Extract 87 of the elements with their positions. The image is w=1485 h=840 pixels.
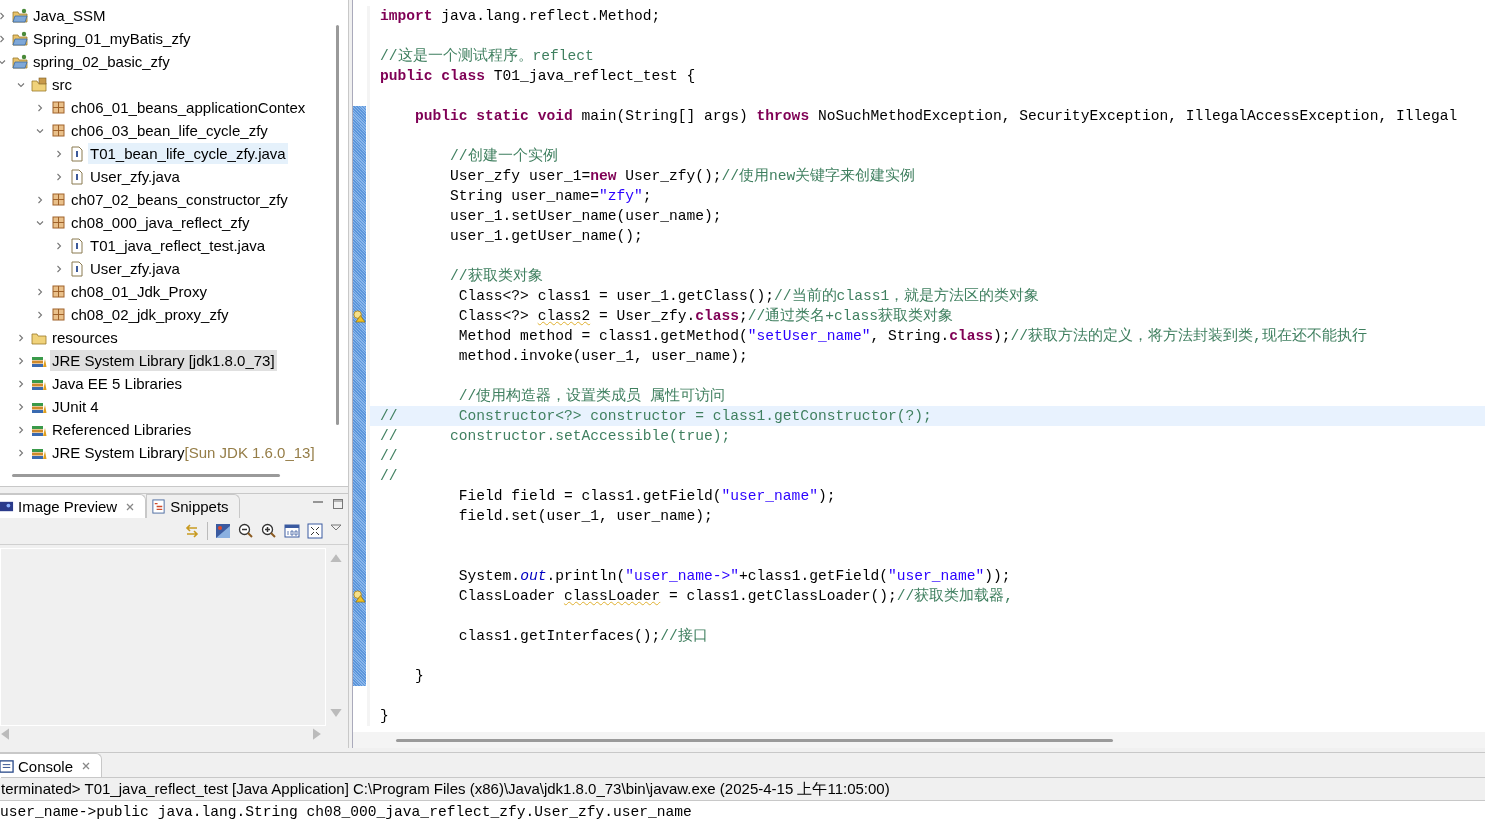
tree-item[interactable]: User_zfy.java [88, 258, 182, 279]
code-line: // Constructor<?> constructor = class1.getConstructor(?); [380, 407, 932, 426]
package-icon [50, 122, 66, 139]
scrollbar[interactable] [12, 474, 280, 477]
java-file-icon [69, 237, 85, 254]
project-folder-icon [12, 30, 28, 47]
java-file-icon [69, 260, 85, 277]
project-folder-icon [12, 7, 28, 24]
java-file-icon [69, 145, 85, 162]
tree-item[interactable]: ch06_01_beans_applicationContex [69, 97, 308, 118]
code-line: field.set(user_1, user_name); [457, 507, 713, 526]
scrollbar[interactable] [336, 25, 339, 425]
image-icon[interactable] [215, 523, 231, 539]
sync-arrows-icon[interactable] [184, 523, 200, 539]
tree-item[interactable]: Referenced Libraries [50, 419, 194, 440]
tree-item[interactable]: JRE System Library[Sun JDK 1.6.0_13] [50, 442, 317, 463]
tree-item[interactable]: Spring_01_myBatis_zfy [31, 28, 193, 49]
tree-item[interactable]: Java EE 5 Libraries [50, 373, 185, 394]
scrollbar[interactable] [353, 732, 1485, 748]
code-line: } [414, 667, 424, 686]
code-line: //获取类对象 [449, 266, 543, 286]
code-line: //使用构造器，设置类成员 属性可访问 [457, 386, 726, 406]
code-line: // [380, 447, 398, 466]
tree-item[interactable]: JRE System Library [jdk1.8.0_73] [50, 350, 277, 371]
tree-item[interactable]: T01_bean_life_cycle_zfy.java [88, 143, 288, 164]
tree-item[interactable]: Java_SSM [31, 5, 108, 26]
tree-item[interactable]: ch07_02_beans_constructor_zfy [69, 189, 290, 210]
tree-item[interactable]: ch08_02_jdk_proxy_zfy [69, 304, 231, 325]
fit-window-icon[interactable] [307, 523, 323, 539]
project-folder-icon [12, 53, 28, 70]
code-line: Class<?> class1 = user_1.getClass();//当前的class1，就是方法区的类对象 [457, 286, 1040, 306]
tree-item[interactable]: spring_02_basic_zfy [31, 51, 172, 72]
source-folder-icon [31, 76, 47, 93]
code-line: Field field = class1.getField("user_name"); [457, 487, 836, 506]
view-tab[interactable]: Snippets [146, 494, 240, 518]
tree-item[interactable]: ch08_01_Jdk_Proxy [69, 281, 209, 302]
console-icon [0, 758, 14, 774]
package-icon [50, 214, 66, 231]
maximize-icon[interactable] [332, 498, 344, 510]
package-icon [50, 306, 66, 323]
scroll-left-icon[interactable] [0, 728, 9, 740]
java-file-icon [69, 168, 85, 185]
package-icon [50, 283, 66, 300]
code-line: // [380, 467, 398, 486]
scroll-down-icon[interactable] [330, 709, 342, 718]
code-line: Class<?> class2 = User_zfy.class;//通过类名+class获取类对象 [457, 306, 953, 326]
code-line: import java.lang.reflect.Method; [380, 7, 661, 26]
code-editor[interactable] [352, 0, 1485, 748]
scrollbar[interactable] [0, 728, 322, 740]
zoom-out-icon[interactable] [238, 523, 254, 539]
view-tab[interactable]: Console [0, 753, 103, 778]
close-icon[interactable] [125, 501, 136, 512]
code-line: public class T01_java_reflect_test { [380, 67, 696, 86]
picture-frame-icon [0, 499, 14, 514]
console-output: user_name->public java.lang.String ch08_000_java_reflect_zfy.User_zfy.user_name [0, 800, 1485, 840]
tree-item[interactable]: resources [50, 327, 120, 348]
package-icon [50, 99, 66, 116]
code-line: String user_name="zfy"; [449, 187, 652, 206]
view-tab[interactable]: Image Preview [0, 494, 147, 518]
tree-item[interactable]: ch08_000_java_reflect_zfy [69, 212, 252, 233]
code-line: // constructor.setAccessible(true); [380, 427, 731, 446]
code-line: //创建一个实例 [449, 146, 558, 166]
tree-item[interactable]: ch06_03_bean_life_cycle_zfy [69, 120, 270, 141]
tree-item[interactable]: JUnit 4 [50, 396, 101, 417]
close-icon[interactable] [81, 761, 92, 771]
code-line: user_1.getUser_name(); [449, 227, 643, 246]
code-line: method.invoke(user_1, user_name); [457, 347, 748, 366]
code-line: //这是一个测试程序。reflect [380, 46, 594, 66]
scrollbar[interactable] [330, 553, 342, 718]
tree-item[interactable]: User_zfy.java [88, 166, 182, 187]
package-icon [50, 191, 66, 208]
snippet-list-icon [151, 499, 167, 514]
tree-item[interactable]: src [50, 74, 74, 95]
code-line: } [380, 707, 389, 726]
code-line: class1.getInterfaces();//接口 [457, 626, 708, 646]
console-status: terminated> T01_java_reflect_test [Java Application] C:\Program Files (x86)\Java\jdk1.8.0_73\bin\javaw.exe (2025-4-15 上午11:05:00) [1, 777, 1485, 800]
code-line: Method method = class1.getMethod("setUser_name", String.class);//获取方法的定义，将方法封装到类,现在还不能执行 [457, 326, 1367, 346]
scroll-right-icon[interactable] [313, 728, 322, 740]
actual-size-icon[interactable] [284, 523, 300, 539]
code-line: public static void main(String[] args) throws NoSuchMethodException, SecurityException, IllegalAccessException, Illegal [414, 107, 1458, 126]
scroll-up-icon[interactable] [330, 553, 342, 562]
code-line: ClassLoader classLoader = class1.getClassLoader();//获取类加载器, [457, 586, 1013, 606]
tree-item[interactable]: T01_java_reflect_test.java [88, 235, 268, 256]
code-line: System.out.println("user_name->"+class1.getField("user_name")); [457, 567, 1011, 586]
zoom-in-icon[interactable] [261, 523, 277, 539]
code-line: User_zfy user_1=new User_zfy();//使用new关键字来创建实例 [449, 166, 916, 186]
code-line: user_1.setUser_name(user_name); [449, 207, 722, 226]
